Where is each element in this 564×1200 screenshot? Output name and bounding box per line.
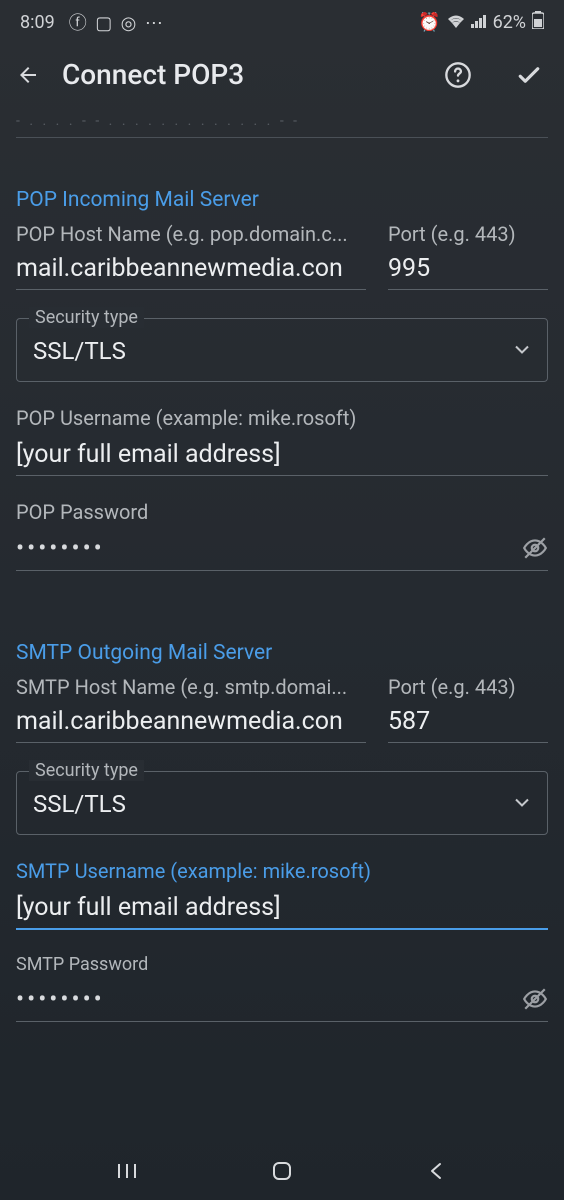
battery-percent: 62% — [493, 12, 526, 33]
pop-password-value[interactable]: •••••••• — [16, 534, 522, 562]
status-notification-icons: ⓕ ▢ ◎ ⋯ — [65, 9, 163, 35]
eye-off-icon[interactable] — [522, 986, 548, 1012]
chevron-down-icon — [515, 794, 529, 813]
smtp-port-field[interactable]: Port (e.g. 443) 587 — [388, 675, 548, 743]
smtp-host-label: SMTP Host Name (e.g. smtp.domai... — [16, 675, 366, 699]
pop-username-value[interactable]: [your full email address] — [16, 440, 548, 476]
smtp-host-value[interactable]: mail.caribbeannewmedia.con — [16, 707, 366, 743]
status-bar: 8:09 ⓕ ▢ ◎ ⋯ ⏰ 62% — [0, 0, 564, 40]
pop-host-value[interactable]: mail.caribbeannewmedia.con — [16, 254, 366, 290]
pop-host-port-row: POP Host Name (e.g. pop.domain.c... mail… — [16, 222, 548, 290]
smtp-password-field[interactable]: SMTP Password •••••••• — [16, 954, 548, 1022]
app-bar: Connect POP3 — [0, 40, 564, 109]
page-title: Connect POP3 — [62, 58, 422, 91]
smtp-security-label: Security type — [29, 760, 144, 781]
smtp-host-field[interactable]: SMTP Host Name (e.g. smtp.domai... mail.… — [16, 675, 366, 743]
smtp-password-label: SMTP Password — [16, 954, 548, 975]
pop-security-value: SSL/TLS — [33, 337, 531, 365]
smtp-security-value: SSL/TLS — [33, 790, 531, 818]
pop-host-field[interactable]: POP Host Name (e.g. pop.domain.c... mail… — [16, 222, 366, 290]
eye-off-icon[interactable] — [522, 535, 548, 561]
smtp-port-value[interactable]: 587 — [388, 707, 548, 743]
pop-port-value[interactable]: 995 — [388, 254, 548, 290]
pop-username-field[interactable]: POP Username (example: mike.rosoft) [you… — [16, 406, 548, 476]
divider-dots: - . . . . - - . . . . . . . . . . . . . … — [0, 113, 564, 129]
smtp-username-label: SMTP Username (example: mike.rosoft) — [16, 859, 548, 883]
home-button[interactable] — [268, 1157, 296, 1185]
smtp-port-label: Port (e.g. 443) — [388, 675, 548, 699]
status-left: 8:09 ⓕ ▢ ◎ ⋯ — [20, 9, 163, 35]
divider-line — [16, 137, 548, 138]
pop-port-field[interactable]: Port (e.g. 443) 995 — [388, 222, 548, 290]
facebook-icon: ⓕ — [69, 13, 87, 34]
pop-username-label: POP Username (example: mike.rosoft) — [16, 406, 548, 430]
pop-password-field[interactable]: POP Password •••••••• — [16, 500, 548, 571]
pop-security-select[interactable]: Security type SSL/TLS — [16, 318, 548, 382]
status-right: ⏰ 62% — [418, 11, 544, 34]
back-icon[interactable] — [16, 63, 40, 87]
system-nav-bar — [0, 1142, 564, 1200]
smtp-section-header: SMTP Outgoing Mail Server — [16, 641, 548, 665]
chevron-down-icon — [515, 341, 529, 360]
battery-icon — [532, 11, 544, 34]
smtp-username-value[interactable]: [your full email address] — [16, 893, 548, 930]
pop-section: POP Incoming Mail Server POP Host Name (… — [0, 188, 564, 571]
pop-password-label: POP Password — [16, 500, 548, 524]
smtp-section: SMTP Outgoing Mail Server SMTP Host Name… — [0, 641, 564, 1022]
smtp-password-value[interactable]: •••••••• — [16, 985, 522, 1013]
signal-icon — [471, 12, 487, 33]
alarm-icon: ⏰ — [418, 12, 440, 33]
smtp-username-field[interactable]: SMTP Username (example: mike.rosoft) [yo… — [16, 859, 548, 930]
pop-security-label: Security type — [29, 307, 144, 328]
recents-button[interactable] — [113, 1157, 141, 1185]
help-icon[interactable] — [444, 61, 472, 89]
status-time: 8:09 — [20, 12, 55, 33]
confirm-icon[interactable] — [514, 60, 544, 90]
pop-host-label: POP Host Name (e.g. pop.domain.c... — [16, 222, 366, 246]
pop-section-header: POP Incoming Mail Server — [16, 188, 548, 212]
back-button[interactable] — [423, 1157, 451, 1185]
more-icon: ⋯ — [145, 13, 163, 34]
image-icon: ▢ — [95, 13, 112, 34]
smtp-host-port-row: SMTP Host Name (e.g. smtp.domai... mail.… — [16, 675, 548, 743]
instagram-icon: ◎ — [121, 13, 137, 34]
wifi-icon — [447, 12, 465, 33]
smtp-security-select[interactable]: Security type SSL/TLS — [16, 771, 548, 835]
pop-port-label: Port (e.g. 443) — [388, 222, 548, 246]
